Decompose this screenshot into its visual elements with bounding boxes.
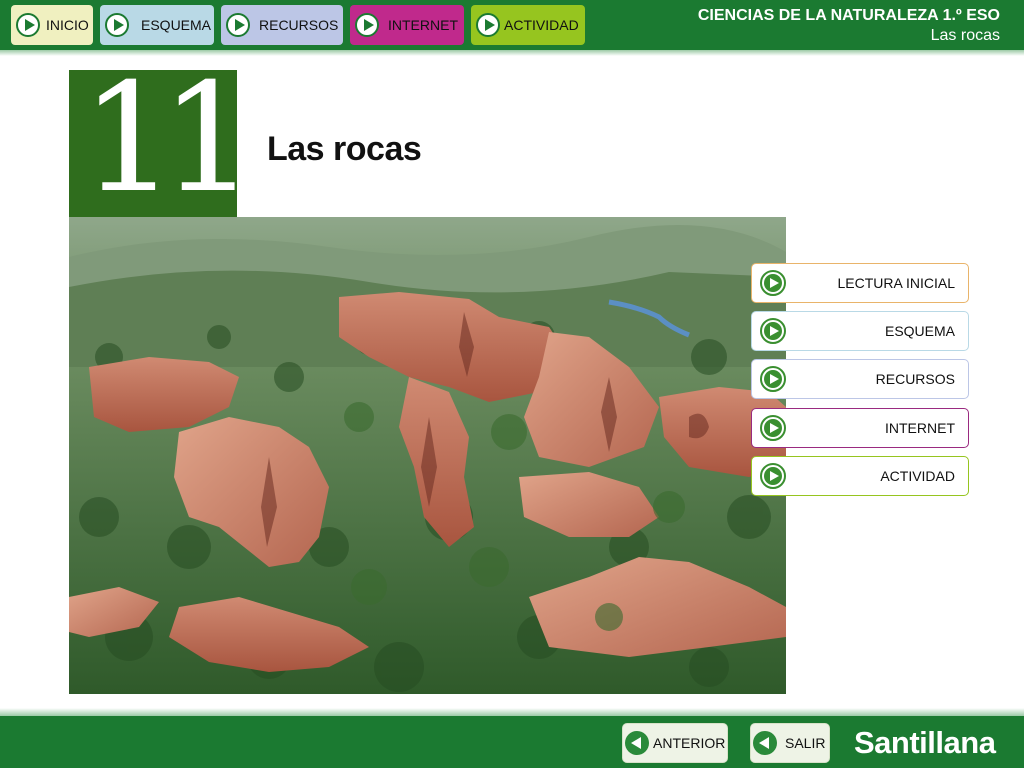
- nav-actividad-label: ACTIVIDAD: [504, 17, 579, 33]
- nav-inicio-button[interactable]: INICIO: [11, 5, 93, 45]
- side-actividad-button[interactable]: ACTIVIDAD: [751, 456, 969, 496]
- unit-subtitle: Las rocas: [930, 27, 1000, 44]
- chapter-title: Las rocas: [267, 130, 422, 168]
- side-esquema-button[interactable]: ESQUEMA: [751, 311, 969, 351]
- back-arrow-icon: [753, 731, 777, 755]
- nav-internet-label: INTERNET: [388, 17, 458, 33]
- anterior-label: ANTERIOR: [653, 735, 726, 751]
- top-bar-shadow: [0, 50, 1024, 56]
- anterior-button[interactable]: ANTERIOR: [622, 723, 728, 763]
- salir-button[interactable]: SALIR: [750, 723, 830, 763]
- rock-landscape-photo: [69, 217, 786, 694]
- back-arrow-icon: [625, 731, 649, 755]
- side-esquema-label: ESQUEMA: [884, 323, 955, 339]
- nav-actividad-button[interactable]: ACTIVIDAD: [471, 5, 585, 45]
- chapter-number-block: 11: [69, 70, 237, 217]
- nav-inicio-label: INICIO: [46, 17, 89, 33]
- nav-recursos-label: RECURSOS: [259, 17, 339, 33]
- play-icon: [226, 13, 250, 37]
- santillana-logo: Santillana: [854, 725, 996, 760]
- play-icon: [760, 463, 786, 489]
- play-icon: [760, 270, 786, 296]
- side-lectura-inicial-label: LECTURA INICIAL: [837, 275, 955, 291]
- bottom-bar-shadow: [0, 708, 1024, 716]
- play-icon: [105, 13, 129, 37]
- nav-internet-button[interactable]: INTERNET: [350, 5, 464, 45]
- play-icon: [760, 366, 786, 392]
- course-title: CIENCIAS DE LA NATURALEZA 1.º ESO: [697, 7, 1000, 24]
- side-internet-button[interactable]: INTERNET: [751, 408, 969, 448]
- play-icon: [476, 13, 500, 37]
- salir-label: SALIR: [785, 735, 826, 751]
- nav-esquema-button[interactable]: ESQUEMA: [100, 5, 214, 45]
- side-lectura-inicial-button[interactable]: LECTURA INICIAL: [751, 263, 969, 303]
- side-actividad-label: ACTIVIDAD: [880, 468, 955, 484]
- play-icon: [760, 415, 786, 441]
- play-icon: [760, 318, 786, 344]
- side-internet-label: INTERNET: [885, 420, 955, 436]
- play-icon: [16, 13, 40, 37]
- side-recursos-button[interactable]: RECURSOS: [751, 359, 969, 399]
- play-icon: [355, 13, 379, 37]
- nav-recursos-button[interactable]: RECURSOS: [221, 5, 343, 45]
- chapter-number: 11: [81, 70, 237, 217]
- nav-esquema-label: ESQUEMA: [141, 17, 212, 33]
- side-recursos-label: RECURSOS: [875, 371, 955, 387]
